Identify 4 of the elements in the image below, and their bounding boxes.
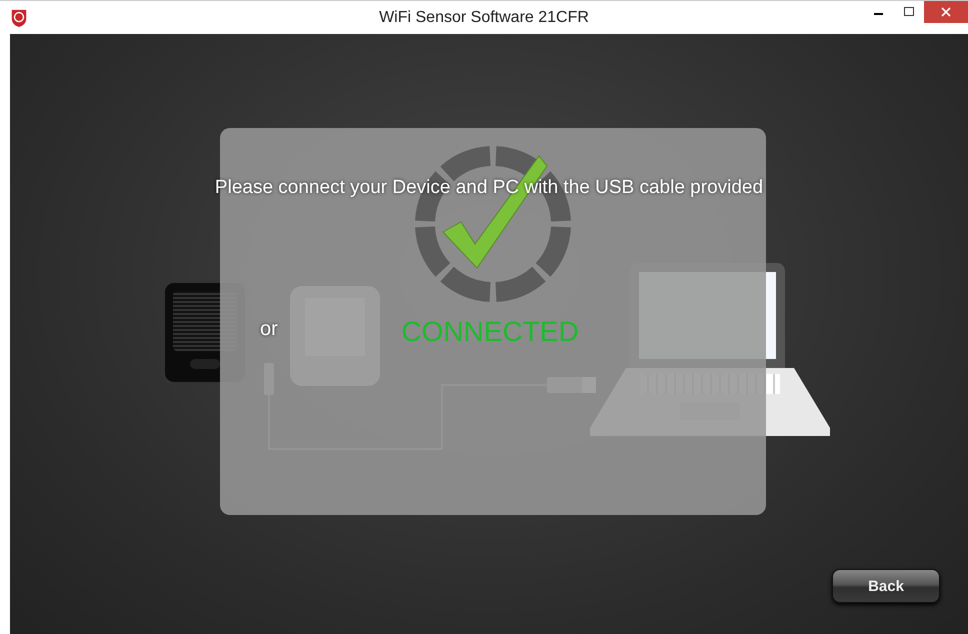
connection-status: CONNECTED [400,316,580,348]
separator-text: or [260,318,278,341]
back-button[interactable]: Back [832,569,940,603]
window-title: WiFi Sensor Software 21CFR [378,8,590,26]
